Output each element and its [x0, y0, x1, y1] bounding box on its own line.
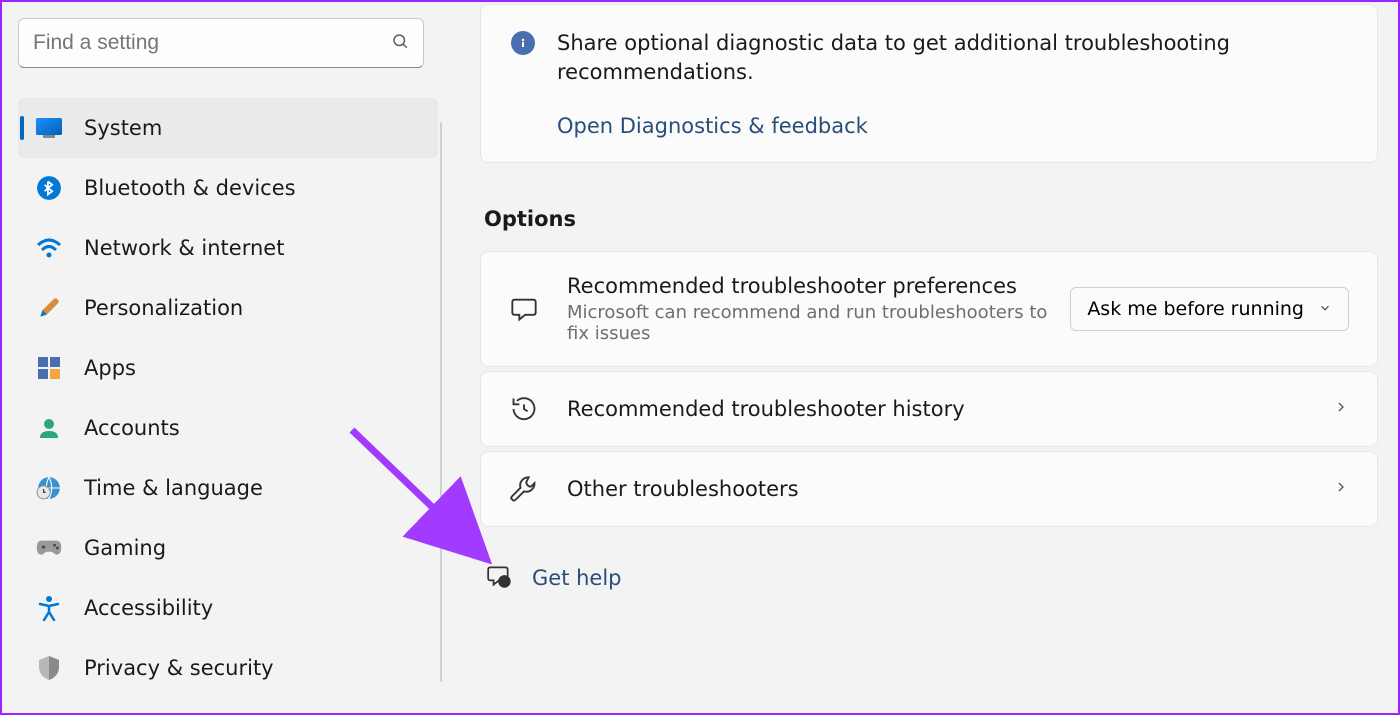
open-diagnostics-link[interactable]: Open Diagnostics & feedback [557, 114, 1347, 138]
chevron-right-icon [1333, 399, 1349, 419]
nav-item-apps[interactable]: Apps [18, 338, 438, 398]
nav-item-gaming[interactable]: Gaming [18, 518, 438, 578]
nav-label: Privacy & security [84, 656, 274, 680]
other-troubleshooters-row[interactable]: Other troubleshooters [480, 451, 1378, 527]
bluetooth-icon [36, 175, 62, 201]
chevron-down-icon [1318, 298, 1332, 320]
chevron-right-icon [1333, 479, 1349, 499]
history-title: Recommended troubleshooter history [567, 397, 1333, 421]
nav-list: System Bluetooth & devices Network & int… [18, 98, 438, 698]
get-help-row: ? Get help [486, 563, 1378, 593]
apps-icon [36, 355, 62, 381]
nav-label: Gaming [84, 536, 166, 560]
nav-label: Accounts [84, 416, 180, 440]
nav-label: Network & internet [84, 236, 284, 260]
preferences-dropdown[interactable]: Ask me before running [1070, 287, 1349, 331]
options-heading: Options [484, 207, 1378, 231]
privacy-icon [36, 655, 62, 681]
nav-item-accounts[interactable]: Accounts [18, 398, 438, 458]
nav-item-time-language[interactable]: Time & language [18, 458, 438, 518]
dropdown-value: Ask me before running [1087, 298, 1304, 320]
history-icon [509, 394, 539, 424]
network-icon [36, 235, 62, 261]
nav-item-system[interactable]: System [18, 98, 438, 158]
nav-label: System [84, 116, 162, 140]
troubleshooter-history-row[interactable]: Recommended troubleshooter history [480, 371, 1378, 447]
get-help-link[interactable]: Get help [532, 566, 622, 590]
main-content: Share optional diagnostic data to get ad… [442, 2, 1398, 713]
chat-icon [509, 294, 539, 324]
nav-item-accessibility[interactable]: Accessibility [18, 578, 438, 638]
wrench-icon [509, 474, 539, 504]
troubleshooter-preferences-row[interactable]: Recommended troubleshooter preferences M… [480, 251, 1378, 367]
nav-label: Personalization [84, 296, 243, 320]
nav-label: Accessibility [84, 596, 213, 620]
time-icon [36, 475, 62, 501]
nav-item-personalization[interactable]: Personalization [18, 278, 438, 338]
diagnostic-info-card: Share optional diagnostic data to get ad… [480, 4, 1378, 163]
accessibility-icon [36, 595, 62, 621]
nav-label: Apps [84, 356, 136, 380]
info-icon [511, 31, 535, 55]
nav-label: Time & language [84, 476, 263, 500]
gaming-icon [36, 535, 62, 561]
nav-item-privacy[interactable]: Privacy & security [18, 638, 438, 698]
nav-label: Bluetooth & devices [84, 176, 296, 200]
accounts-icon [36, 415, 62, 441]
svg-text:?: ? [502, 577, 506, 586]
system-icon [36, 115, 62, 141]
search-icon [391, 32, 409, 54]
diagnostic-info-text: Share optional diagnostic data to get ad… [557, 29, 1347, 88]
personalization-icon [36, 295, 62, 321]
sidebar: System Bluetooth & devices Network & int… [2, 2, 442, 713]
nav-item-network[interactable]: Network & internet [18, 218, 438, 278]
help-icon: ? [486, 563, 512, 593]
nav-item-bluetooth[interactable]: Bluetooth & devices [18, 158, 438, 218]
preferences-subtitle: Microsoft can recommend and run troubles… [567, 302, 1054, 344]
search-input[interactable] [33, 31, 391, 55]
other-title: Other troubleshooters [567, 477, 1333, 501]
preferences-title: Recommended troubleshooter preferences [567, 274, 1054, 298]
search-input-container [18, 18, 424, 68]
